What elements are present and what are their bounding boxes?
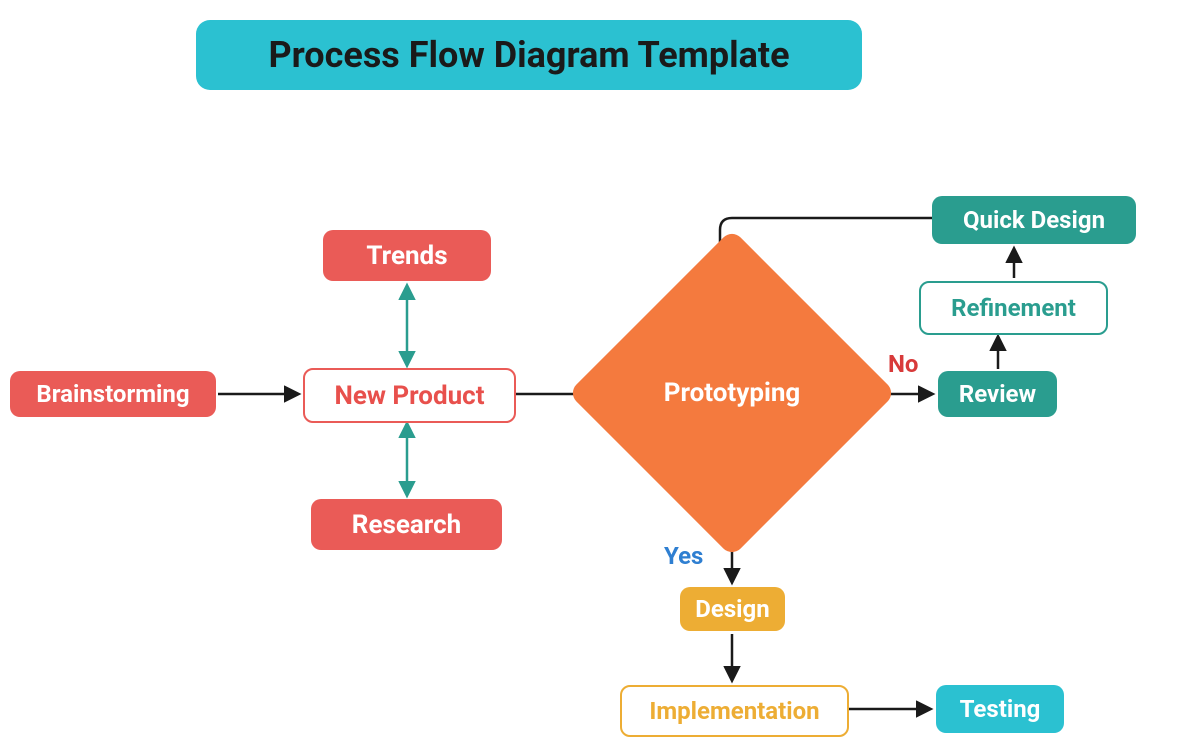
- edge-label-yes: Yes: [664, 542, 703, 570]
- title-banner: Process Flow Diagram Template: [196, 20, 862, 90]
- node-research: Research: [311, 499, 502, 550]
- node-trends: Trends: [323, 230, 491, 281]
- node-label: Implementation: [649, 697, 819, 725]
- node-label: New Product: [334, 381, 484, 411]
- node-label: Prototyping: [616, 277, 848, 509]
- node-brainstorming: Brainstorming: [10, 371, 216, 417]
- node-label: Quick Design: [963, 206, 1105, 234]
- node-quick-design: Quick Design: [932, 196, 1136, 244]
- node-label: Review: [959, 380, 1036, 408]
- node-prototyping: Prototyping: [616, 277, 848, 509]
- node-review: Review: [938, 371, 1057, 417]
- node-design: Design: [680, 587, 785, 631]
- title-text: Process Flow Diagram Template: [268, 34, 789, 76]
- node-testing: Testing: [936, 685, 1064, 733]
- node-label: Research: [352, 510, 461, 540]
- node-implementation: Implementation: [620, 685, 849, 737]
- node-label: Refinement: [951, 294, 1076, 322]
- node-label: Brainstorming: [36, 380, 189, 408]
- diagram-canvas: Process Flow Diagram Template: [0, 0, 1200, 751]
- node-label: Testing: [960, 695, 1041, 723]
- edge-label-no: No: [888, 350, 918, 378]
- node-label: Trends: [366, 241, 447, 271]
- node-label: Design: [695, 595, 769, 623]
- node-refinement: Refinement: [919, 281, 1108, 335]
- node-new-product: New Product: [303, 368, 516, 423]
